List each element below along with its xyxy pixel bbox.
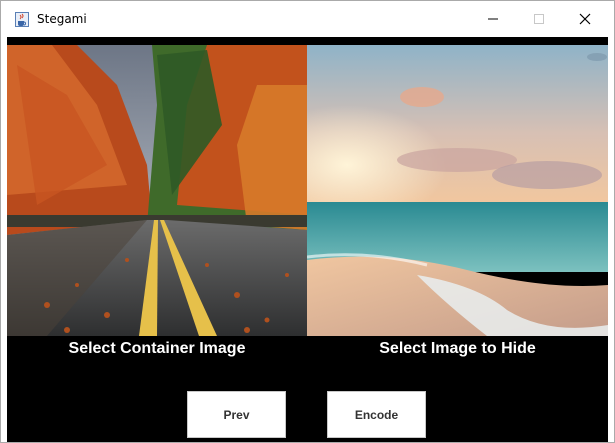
maximize-icon — [534, 14, 544, 24]
beach-sunset-photo — [307, 45, 608, 336]
title-bar[interactable]: Stegami — [1, 1, 614, 37]
close-button[interactable] — [562, 1, 608, 37]
main-panel: Select Container Image Select Image to H… — [7, 37, 608, 442]
hide-image-caption: Select Image to Hide — [379, 340, 536, 357]
prev-button[interactable]: Prev — [187, 391, 286, 438]
container-image-caption: Select Container Image — [68, 340, 246, 357]
hidden-image[interactable] — [307, 45, 608, 336]
autumn-road-photo — [7, 45, 307, 336]
app-window: Stegami Select Container Image Select Im… — [0, 0, 615, 443]
close-icon — [579, 13, 591, 25]
container-image[interactable] — [7, 45, 307, 336]
window-title: Stegami — [37, 12, 87, 26]
maximize-button[interactable] — [516, 1, 562, 37]
encode-button[interactable]: Encode — [327, 391, 426, 438]
minimize-icon — [488, 18, 498, 20]
java-cup-icon — [15, 12, 29, 27]
minimize-button[interactable] — [470, 1, 516, 37]
